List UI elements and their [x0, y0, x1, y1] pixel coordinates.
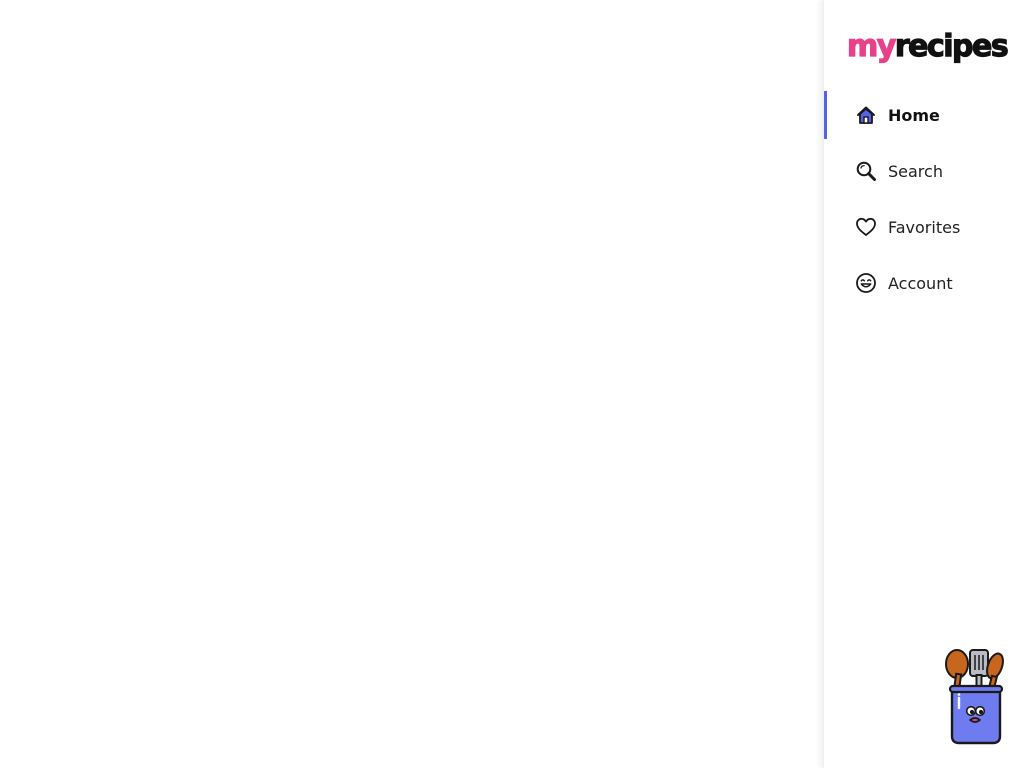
logo-part-my: my: [847, 29, 897, 64]
search-icon: [855, 160, 877, 182]
sidebar-nav: Home Search Favorites Account: [824, 91, 1024, 315]
sidebar-item-label: Account: [888, 273, 953, 293]
utensil-jar-mascot-icon[interactable]: [942, 646, 1012, 746]
smiley-icon: [855, 272, 877, 294]
logo-part-recipes: recipes: [895, 29, 1008, 64]
sidebar-item-label: Favorites: [888, 217, 961, 237]
myrecipes-logo[interactable]: myrecipes: [845, 26, 1011, 70]
sidebar: myrecipes Home Search Favorites Account: [823, 0, 1024, 768]
sidebar-item-label: Home: [888, 105, 940, 125]
heart-icon: [855, 216, 877, 238]
svg-text:myrecipes: myrecipes: [847, 29, 1008, 64]
sidebar-item-favorites[interactable]: Favorites: [824, 203, 1024, 251]
main-content: [0, 0, 823, 768]
sidebar-item-home[interactable]: Home: [824, 91, 1024, 139]
sidebar-item-account[interactable]: Account: [824, 259, 1024, 307]
sidebar-item-label: Search: [888, 161, 943, 181]
sidebar-item-search[interactable]: Search: [824, 147, 1024, 195]
home-icon: [855, 104, 877, 126]
app-root: myrecipes Home Search Favorites Account: [0, 0, 1024, 768]
